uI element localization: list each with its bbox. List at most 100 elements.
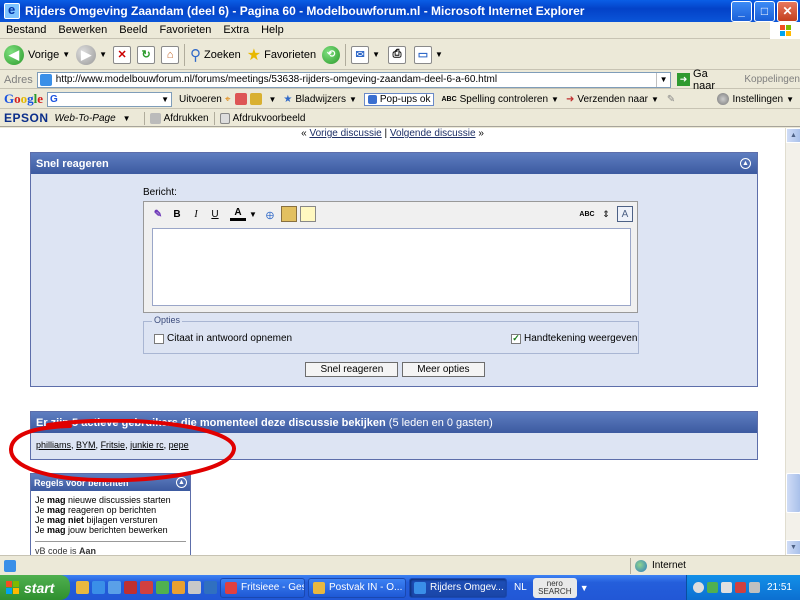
web-to-page-button[interactable]: Web-To-Page <box>55 113 116 124</box>
google-logo[interactable]: Google <box>4 91 43 107</box>
back-dropdown-icon[interactable]: ▼ <box>62 50 70 59</box>
next-thread-link[interactable]: Volgende discussie <box>390 128 476 139</box>
address-url[interactable]: http://www.modelbouwforum.nl/forums/meet… <box>56 74 656 85</box>
quote-icon[interactable] <box>299 206 316 222</box>
font-color-dropdown-icon[interactable]: ▼ <box>249 210 257 219</box>
scrollbar-thumb[interactable] <box>786 473 800 513</box>
quote-checkbox[interactable] <box>154 333 164 344</box>
stop-icon[interactable]: ✕ <box>113 45 132 64</box>
app-icon[interactable] <box>204 581 217 594</box>
highlight-icon[interactable] <box>250 93 263 105</box>
quick-reply-submit-button[interactable]: Snel reageren <box>305 362 399 377</box>
clock[interactable]: 21:51 <box>767 582 792 593</box>
home-icon[interactable]: ⌂ <box>161 45 180 64</box>
signature-checkbox[interactable]: ✓ <box>511 333 521 344</box>
edit-dropdown-icon[interactable]: ▼ <box>435 50 443 59</box>
outlook-icon[interactable] <box>108 581 121 594</box>
address-dropdown-icon[interactable]: ▼ <box>656 72 670 87</box>
more-options-button[interactable]: Meer opties <box>402 362 485 377</box>
task-rijders-omgeving[interactable]: Rijders Omgev... <box>409 577 507 598</box>
task-fritsieee[interactable]: Fritsieee - Ges... <box>220 577 305 598</box>
pagerank-icon[interactable] <box>235 93 248 105</box>
collapse-icon[interactable]: ▲ <box>740 158 751 169</box>
bold-button[interactable]: B <box>169 206 185 222</box>
menu-bestand[interactable]: Bestand <box>0 24 52 36</box>
history-icon[interactable]: ⟲ <box>322 45 341 64</box>
bookmarks-button[interactable]: ★ Bladwijzers ▼ <box>283 94 356 105</box>
go-button[interactable]: ➜ Ga naar <box>677 68 732 92</box>
menu-beeld[interactable]: Beeld <box>113 24 153 36</box>
nero-search[interactable]: nero SEARCH <box>532 577 577 598</box>
resize-icon[interactable]: ⇕ <box>598 206 614 222</box>
user-link-bym[interactable]: BYM <box>76 440 96 450</box>
refresh-icon[interactable]: ↻ <box>137 45 156 64</box>
task-postvak-in[interactable]: Postvak IN - O... <box>308 577 406 598</box>
menu-extra[interactable]: Extra <box>217 24 255 36</box>
app-icon[interactable] <box>172 581 185 594</box>
edit-icon[interactable]: ▭ <box>414 45 432 64</box>
print-preview-button[interactable]: Afdrukvoorbeeld <box>219 112 305 124</box>
vertical-scrollbar[interactable]: ▲ ▼ <box>785 128 800 555</box>
back-button[interactable]: ◀ Vorige ▼ <box>4 44 70 65</box>
app-icon[interactable] <box>140 581 153 594</box>
google-search-input[interactable]: G ▼ <box>47 91 173 107</box>
spellcheck-button[interactable]: ABC Spelling controleren ▼ <box>441 94 558 105</box>
tray-icon[interactable] <box>720 582 732 593</box>
links-toolbar[interactable]: Koppelingen <box>744 74 800 85</box>
pencil-icon[interactable]: ✎ <box>667 94 675 105</box>
user-link-philliams[interactable]: philliams <box>36 440 71 450</box>
collapse-icon[interactable]: ▲ <box>176 477 187 488</box>
signature-option[interactable]: ✓ Handtekening weergeven <box>511 333 637 344</box>
scroll-up-icon[interactable]: ▲ <box>786 128 800 143</box>
quote-option[interactable]: Citaat in antwoord opnemen <box>154 333 292 344</box>
send-to-button[interactable]: ➜ Verzenden naar ▼ <box>566 94 659 105</box>
options-dropdown-icon[interactable]: ▼ <box>268 95 276 104</box>
ie-launch-icon[interactable] <box>92 581 105 594</box>
google-search-dropdown-icon[interactable]: ▼ <box>161 95 171 104</box>
tray-expand-icon[interactable] <box>692 582 704 593</box>
menu-bewerken[interactable]: Bewerken <box>52 24 113 36</box>
language-indicator[interactable]: NL <box>514 582 527 593</box>
popups-button[interactable]: Pop-ups ok <box>363 92 435 106</box>
spellcheck-tool-icon[interactable]: ABC <box>579 206 595 222</box>
settings-button[interactable]: Instellingen ▼ <box>717 93 794 105</box>
print-icon[interactable]: ⎙ <box>388 45 406 64</box>
switch-mode-icon[interactable]: A <box>617 206 633 222</box>
forward-dropdown-icon[interactable]: ▼ <box>99 50 107 59</box>
print-button[interactable]: Afdrukken <box>149 112 209 124</box>
window-titlebar[interactable]: Rijders Omgeving Zaandam (deel 6) - Pagi… <box>0 0 800 22</box>
google-run-button[interactable]: Uitvoeren ⌖ <box>179 94 230 105</box>
app-icon[interactable] <box>188 581 201 594</box>
italic-button[interactable]: I <box>188 206 204 222</box>
maximize-button[interactable]: □ <box>754 0 775 22</box>
insert-image-icon[interactable] <box>280 206 297 222</box>
mail-icon[interactable]: ✉ <box>351 45 370 64</box>
close-button[interactable]: ✕ <box>777 0 798 22</box>
app-icon[interactable] <box>156 581 169 594</box>
message-textarea[interactable] <box>152 228 631 306</box>
menu-help[interactable]: Help <box>255 24 290 36</box>
scroll-down-icon[interactable]: ▼ <box>786 540 800 555</box>
address-input[interactable]: http://www.modelbouwforum.nl/forums/meet… <box>36 71 672 88</box>
tray-icon[interactable] <box>706 582 718 593</box>
user-link-junkie-rc[interactable]: junkie rc <box>130 440 164 450</box>
underline-button[interactable]: U <box>207 206 223 222</box>
menu-favorieten[interactable]: Favorieten <box>153 24 217 36</box>
user-link-pepe[interactable]: pepe <box>169 440 189 450</box>
start-button[interactable]: start <box>0 575 70 600</box>
font-color-button[interactable]: A <box>230 207 246 221</box>
minimize-button[interactable]: _ <box>731 0 752 22</box>
insert-link-icon[interactable]: 🜨 <box>262 206 278 222</box>
remove-format-icon[interactable]: ✎ <box>150 206 166 222</box>
app-icon[interactable] <box>124 581 137 594</box>
web-to-page-dropdown-icon[interactable]: ▼ <box>123 114 131 123</box>
forward-button[interactable]: ▶ ▼ <box>76 44 107 65</box>
folder-icon[interactable] <box>76 581 89 594</box>
tray-icon[interactable] <box>734 582 746 593</box>
previous-thread-link[interactable]: Vorige discussie <box>309 128 381 139</box>
mail-dropdown-icon[interactable]: ▼ <box>372 50 380 59</box>
volume-icon[interactable] <box>748 582 760 593</box>
nero-dropdown-icon[interactable]: ▼ <box>580 583 589 593</box>
user-link-fritsie[interactable]: Fritsie <box>101 440 126 450</box>
favorites-button[interactable]: ★ Favorieten <box>247 45 316 65</box>
